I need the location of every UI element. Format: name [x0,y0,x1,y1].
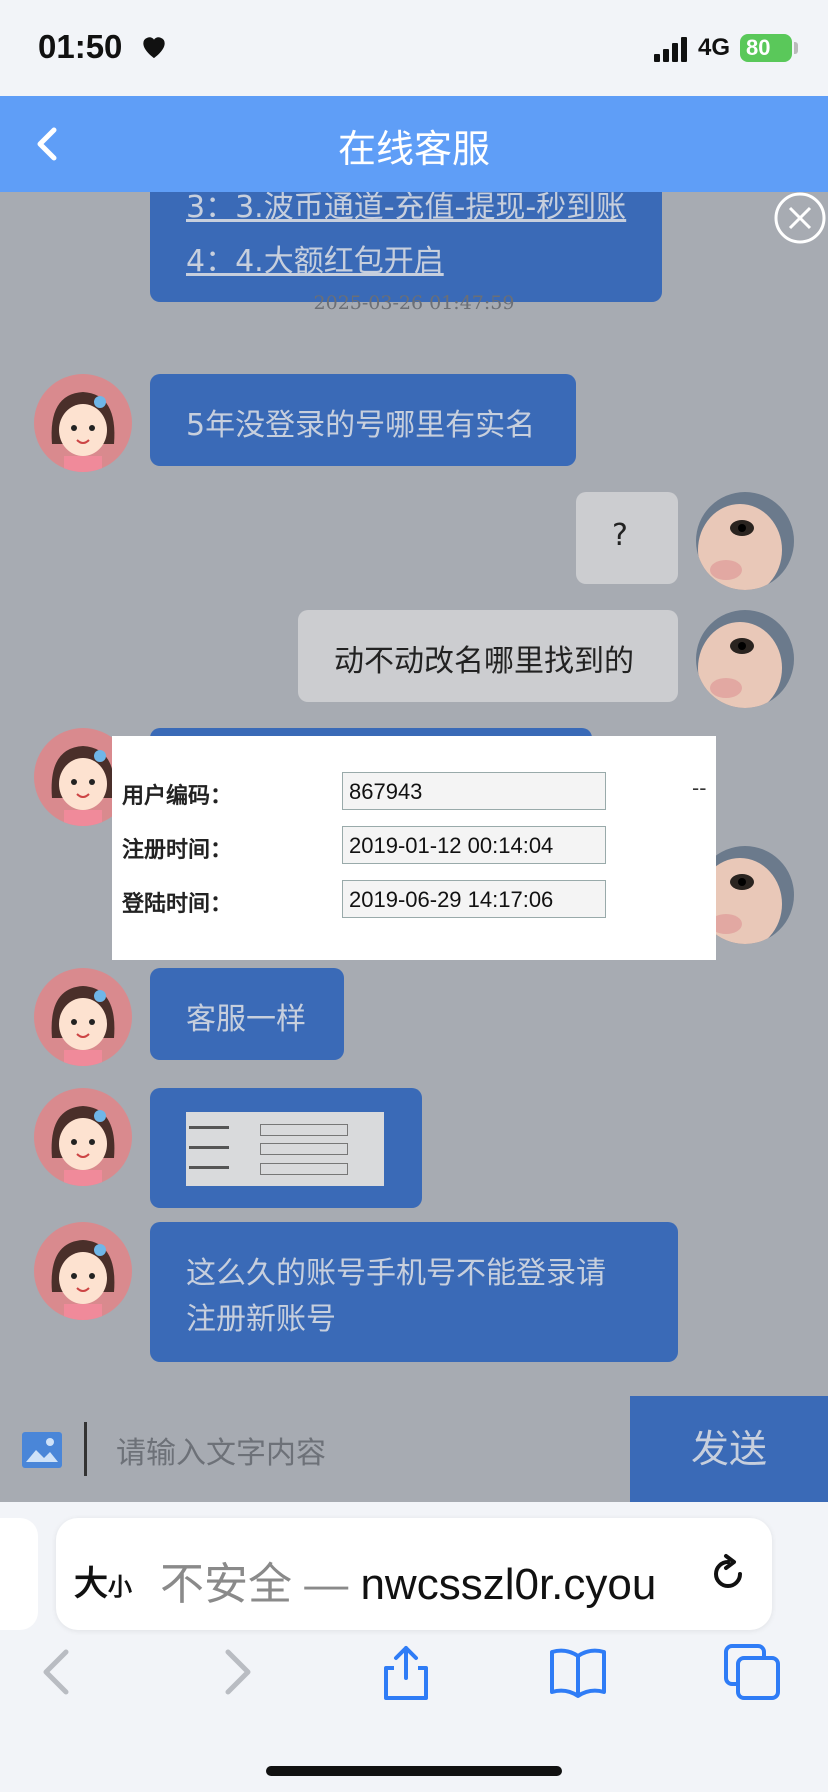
heart-icon [143,37,165,58]
message-timestamp: 2025-03-26 01:47:59 [313,292,515,314]
network-type: 4G [698,34,731,61]
address-bar[interactable]: 大小 不安全 — nwcsszl0r.cyou [56,1518,772,1630]
user-avatar-icon [696,610,794,708]
forward-arrow-icon[interactable] [206,1642,266,1702]
close-icon[interactable] [774,192,826,244]
agent-avatar-icon [34,374,132,472]
cellular-signal-icon [654,37,687,62]
account-label: 用户编码： [122,784,233,809]
user-avatar [696,610,794,708]
agent-avatar [34,1222,132,1320]
share-icon[interactable] [376,1642,436,1702]
account-value: 867943 [342,772,606,810]
text-size-button[interactable]: 大小 [74,1556,132,1605]
agent-avatar [34,374,132,472]
message-bubble-user: 动不动改名哪里找到的 [298,610,678,702]
battery-icon: 80 [740,34,792,62]
agent-avatar-icon [34,1088,132,1186]
account-value: 2019-06-29 14:17:06 [342,880,606,918]
status-time: 01:50 [38,28,123,65]
bookmarks-icon[interactable] [548,1642,608,1702]
message-bubble-image [150,1088,422,1208]
message-bubble-agent: 5年没登录的号哪里有实名 [150,374,576,466]
back-arrow-icon[interactable] [28,1642,88,1702]
reload-icon[interactable] [706,1552,750,1596]
user-avatar-icon [696,492,794,590]
account-info-image[interactable]: 用户编码： 867943 -- 注册时间： 2019-01-12 00:14:0… [112,736,716,960]
agent-avatar [34,968,132,1066]
message-text: 注册新账号 [186,1302,336,1337]
browser-toolbar: 大小 不安全 — nwcsszl0r.cyou [0,1502,828,1792]
chat-header: 在线客服 [0,96,828,192]
tabs-icon[interactable] [722,1642,782,1702]
image-upload-icon[interactable] [20,1430,64,1470]
insecure-label: 不安全 — [160,1560,361,1609]
text-size-small-label: 小 [108,1573,132,1601]
home-indicator [266,1766,562,1776]
status-bar: 01:50 4G 80 [0,0,828,96]
send-button[interactable]: 发送 [630,1396,828,1502]
link-item[interactable]: 3：3.波币通道-充值-提现-秒到账 [186,192,626,226]
account-dash: -- [692,776,707,800]
input-divider [84,1422,87,1476]
message-text: 5年没登录的号哪里有实名 [186,408,536,443]
domain-label: nwcsszl0r.cyou [360,1560,657,1609]
previous-tab-preview[interactable] [0,1518,38,1630]
account-value: 2019-01-12 00:14:04 [342,826,606,864]
link-item[interactable]: 4：4.大额红包开启 [186,236,444,280]
message-text: 这么久的账号手机号不能登录请 [186,1256,606,1291]
battery-tip [794,42,798,54]
message-text: ? [612,518,628,553]
text-size-label: 大 [74,1564,108,1604]
message-text: 客服一样 [186,1002,306,1037]
account-label: 登陆时间： [122,892,233,917]
battery-level: 80 [746,35,771,60]
agent-avatar [34,1088,132,1186]
message-bubble-agent: 这么久的账号手机号不能登录请 注册新账号 [150,1222,678,1362]
agent-avatar-icon [34,1222,132,1320]
url-text: 不安全 — nwcsszl0r.cyou [160,1548,656,1612]
message-input-bar: 请输入文字内容 发送 [0,1396,828,1502]
message-bubble-agent: 客服一样 [150,968,344,1060]
image-thumbnail[interactable] [186,1112,384,1186]
message-bubble-links: 3：3.波币通道-充值-提现-秒到账 4：4.大额红包开启 [150,192,662,302]
page-title: 在线客服 [337,127,490,171]
message-input[interactable]: 请输入文字内容 [116,1428,326,1472]
message-bubble-user: ? [576,492,678,584]
message-text: 动不动改名哪里找到的 [334,644,634,679]
chat-area[interactable]: 3：3.波币通道-充值-提现-秒到账 4：4.大额红包开启 2025-03-26… [0,192,828,1396]
agent-avatar-icon [34,968,132,1066]
user-avatar [696,492,794,590]
account-label: 注册时间： [122,838,233,863]
